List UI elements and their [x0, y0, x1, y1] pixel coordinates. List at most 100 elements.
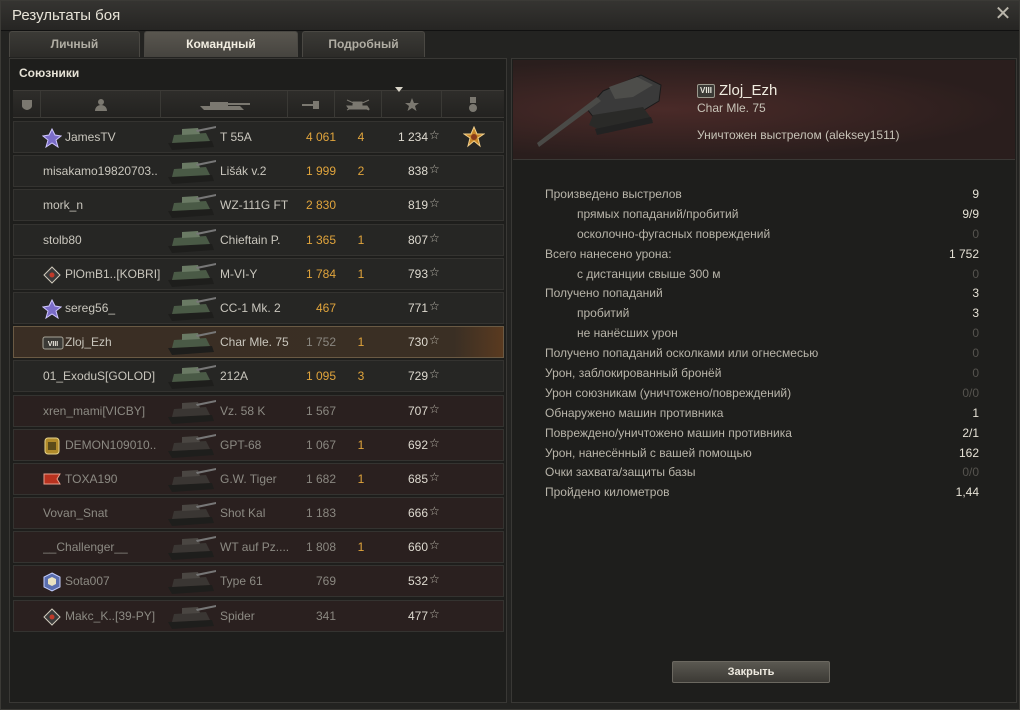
- tank-name-cell: CC-1 Mk. 2: [220, 300, 281, 315]
- medal-column-icon[interactable]: [442, 91, 504, 118]
- allies-list: JamesTV T 55A 4 061 4 1 234 ☆ misakamo1982070…: [13, 121, 504, 634]
- xp-cell: 838: [407, 164, 428, 179]
- diamond-badge-icon: [42, 607, 62, 627]
- stat-row: Урон, нанесённый с вашей помощью 162: [545, 446, 979, 466]
- xp-cell: 1 234: [397, 130, 428, 144]
- stat-value: 0: [972, 226, 979, 241]
- table-row[interactable]: JamesTV T 55A 4 061 4 1 234 ☆: [13, 121, 504, 153]
- tank-level-badge: VIII: [697, 84, 715, 98]
- stat-label: Обнаружено машин противника: [545, 405, 724, 420]
- tank-icon: [168, 194, 216, 219]
- allies-title: Союзники: [19, 66, 80, 80]
- tank-name-cell: Char Mle. 75: [220, 335, 289, 350]
- table-row[interactable]: __Challenger__ WT auf Pz.... 1 808 1 660 ☆: [13, 531, 504, 564]
- stat-value: 0: [972, 346, 979, 361]
- player-column-icon[interactable]: [41, 91, 161, 118]
- close-button[interactable]: Закрыть: [672, 661, 830, 683]
- player-name-cell: __Challenger__: [43, 540, 128, 555]
- table-row[interactable]: Vovan_Snat Shot Kal 1 183 666 ☆: [13, 497, 504, 530]
- damage-cell: 2 830: [305, 198, 336, 213]
- star-icon: ☆: [429, 435, 440, 450]
- tab-personal[interactable]: Личный результат: [9, 31, 140, 75]
- sort-arrow-icon: [395, 87, 403, 92]
- player-name-cell: misakamo19820703..: [43, 164, 158, 179]
- tank-name-cell: WT auf Pz....: [220, 540, 290, 555]
- table-row[interactable]: VIII Zloj_Ezh Char Mle. 75 1 752 1 730 ☆: [13, 326, 504, 359]
- tank-icon: [168, 467, 216, 492]
- xp-cell: 771: [407, 300, 428, 315]
- player-name-cell: 01_ExoduS[GOLOD]: [43, 369, 156, 384]
- damage-cell: 1 365: [305, 232, 336, 247]
- table-row[interactable]: xren_mami[VICBY] Vz. 58 K 1 567 707 ☆: [13, 394, 504, 427]
- table-row[interactable]: misakamo19820703.. Lišák v.2 1 999 2 838 ☆: [13, 155, 504, 188]
- table-row[interactable]: PlOmB1..[KOBRI] M-VI-Y 1 784 1 793 ☆: [13, 257, 504, 290]
- stat-row: Очки захвата/защиты базы 0/0: [545, 465, 979, 485]
- table-row[interactable]: TOXA190 G.W. Tiger 1 682 1 685 ☆: [13, 462, 504, 495]
- table-row[interactable]: stolb80 Chieftain P. 1 365 1 807 ☆: [13, 223, 504, 256]
- star-icon: ☆: [429, 538, 440, 553]
- tank-name-cell: GPT-68: [220, 437, 262, 452]
- player-name-cell: Sota007: [65, 574, 110, 589]
- stat-value: 0: [972, 266, 979, 281]
- table-row[interactable]: Makc_K..[39-PY] Spider 341 477 ☆: [13, 599, 504, 632]
- damage-cell: 1 567: [305, 403, 336, 418]
- tank-icon: [168, 536, 216, 561]
- xp-cell: 477: [407, 608, 428, 623]
- player-details-panel: VIII Zloj_Ezh Char Mle. 75 Уничтожен выс…: [511, 58, 1017, 703]
- tab-team[interactable]: Командный результат: [144, 31, 298, 75]
- star-icon: ☆: [429, 504, 440, 519]
- kills-cell: 1: [357, 335, 365, 350]
- stat-label: пробитий: [577, 306, 630, 321]
- table-row[interactable]: 01_ExoduS[GOLOD] 212A 1 095 3 729 ☆: [13, 360, 504, 393]
- stat-label: Урон союзникам (уничтожено/повреждений): [545, 385, 792, 400]
- kills-column-icon[interactable]: [335, 91, 382, 118]
- damage-cell: 1 682: [305, 471, 336, 486]
- table-row[interactable]: DEMON109010.. GPT-68 1 067 1 692 ☆: [13, 428, 504, 461]
- table-row[interactable]: sereg56_ CC-1 Mk. 2 467 771 ☆: [13, 291, 504, 324]
- player-name-cell: mork_n: [43, 198, 84, 213]
- star-icon: ☆: [429, 367, 440, 382]
- player-name-cell: stolb80: [43, 232, 82, 247]
- badge-column-icon[interactable]: [13, 91, 41, 118]
- kills-cell: 1: [357, 471, 365, 486]
- tank-illustration: [537, 74, 662, 147]
- rank-badge-icon: [41, 298, 63, 320]
- player-name-cell: DEMON109010..: [65, 437, 157, 452]
- damage-cell: 4 061: [305, 130, 336, 144]
- medal-icon[interactable]: [463, 126, 485, 148]
- tank-icon: [168, 262, 216, 287]
- kills-cell: 1: [357, 266, 365, 281]
- stat-label: Всего нанесено урона:: [545, 246, 672, 261]
- level-badge-icon: VIII: [42, 333, 64, 353]
- star-icon: ☆: [429, 298, 440, 313]
- stat-row: Получено попаданий осколками или огнесме…: [545, 346, 979, 366]
- xp-column-icon[interactable]: [382, 91, 442, 118]
- xp-cell: 793: [407, 266, 428, 281]
- kills-cell: 3: [357, 369, 365, 384]
- stat-value: 1 752: [948, 246, 979, 261]
- table-row[interactable]: Sota007 Type 61 769 532 ☆: [13, 565, 504, 598]
- stat-label: осколочно-фугасных повреждений: [577, 226, 771, 241]
- tank-icon: [168, 228, 216, 253]
- tank-name-cell: 212A: [220, 369, 249, 384]
- stat-value: 0/0: [962, 385, 979, 400]
- tank-icon: [168, 331, 216, 356]
- cube-badge-icon: [42, 572, 62, 592]
- stat-label: Урон, нанесённый с вашей помощью: [545, 445, 752, 460]
- tank-name-cell: Vz. 58 K: [220, 403, 266, 418]
- close-icon[interactable]: ✕: [993, 4, 1013, 24]
- table-row[interactable]: mork_n WZ-111G FT 2 830 819 ☆: [13, 189, 504, 222]
- stat-label: Повреждено/уничтожено машин противника: [545, 425, 792, 440]
- emblem-badge-icon: [42, 436, 62, 456]
- stat-label: Получено попаданий осколками или огнесме…: [545, 346, 819, 361]
- tank-column-icon[interactable]: [161, 91, 288, 118]
- xp-cell: 532: [407, 574, 428, 589]
- damage-column-icon[interactable]: [288, 91, 335, 118]
- tab-detailed[interactable]: Подробный отчёт: [302, 31, 425, 75]
- tank-name-cell: T 55A: [220, 130, 252, 144]
- rank-badge-icon: [41, 127, 63, 149]
- kills-cell: 4: [357, 130, 365, 144]
- damage-cell: 1 784: [305, 266, 336, 281]
- stat-value: 0: [972, 366, 979, 381]
- tank-name-cell: M-VI-Y: [220, 266, 258, 281]
